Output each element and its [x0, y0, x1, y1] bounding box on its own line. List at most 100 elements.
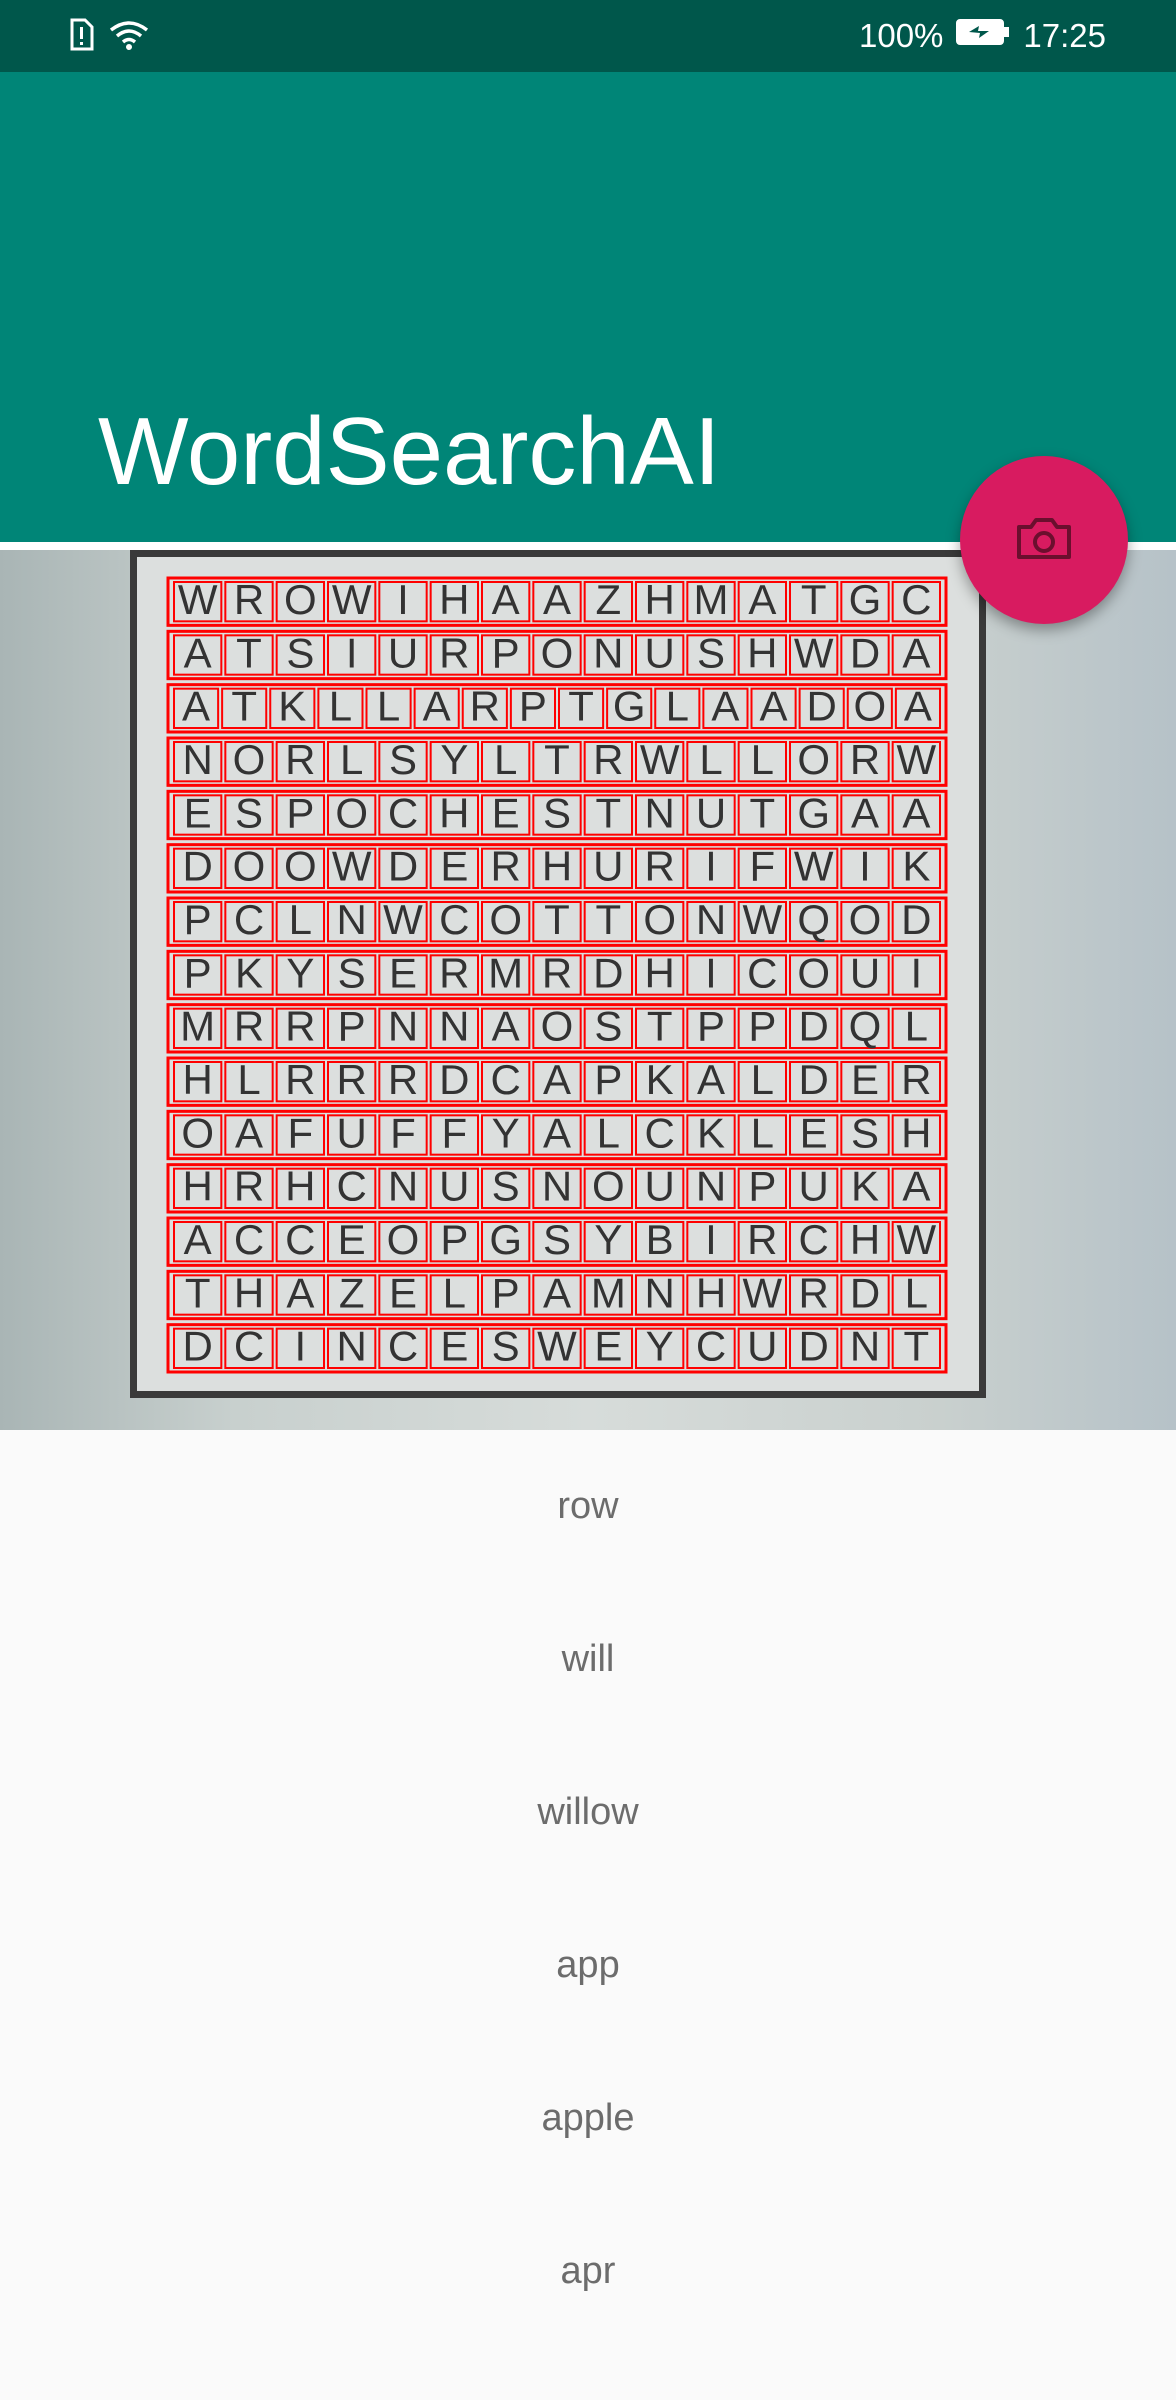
grid-letter: T: [185, 1269, 211, 1316]
word-list: row will willow app apple apr: [0, 1430, 1176, 2348]
word-list-item[interactable]: willow: [0, 1736, 1176, 1889]
grid-letter: T: [801, 576, 827, 623]
grid-letter: T: [544, 896, 570, 943]
grid-letter: C: [490, 1056, 520, 1103]
grid-letter: A: [182, 683, 210, 730]
grid-letter: A: [492, 1003, 520, 1050]
grid-letter: R: [850, 736, 880, 783]
grid-letter: L: [494, 736, 517, 783]
word-list-item[interactable]: will: [0, 1583, 1176, 1736]
grid-letter: N: [182, 736, 212, 783]
grid-letter: K: [902, 843, 930, 890]
grid-letter: C: [747, 949, 777, 996]
grid-letter: C: [234, 896, 264, 943]
grid-letter: Z: [339, 1269, 365, 1316]
grid-letter: N: [542, 1163, 572, 1210]
grid-letter: A: [184, 629, 212, 676]
grid-letter: S: [286, 629, 314, 676]
grid-letter: M: [488, 949, 523, 996]
grid-letter: R: [798, 1269, 828, 1316]
camera-button[interactable]: [960, 456, 1128, 624]
grid-letter: P: [184, 949, 212, 996]
grid-letter: T: [231, 683, 257, 730]
grid-letter: L: [329, 683, 352, 730]
puzzle-photo: WROWIHAAZHMATGCATSIURPONUSHWDAATKLLARPTG…: [0, 550, 1176, 1430]
grid-letter: A: [902, 1163, 930, 1210]
grid-letter: D: [593, 949, 623, 996]
grid-letter: W: [640, 736, 680, 783]
grid-letter: Y: [492, 1109, 520, 1156]
grid-letter: H: [182, 1056, 212, 1103]
grid-letter: R: [285, 1003, 315, 1050]
grid-letter: O: [541, 629, 574, 676]
grid-letter: W: [897, 736, 937, 783]
grid-letter: U: [850, 949, 880, 996]
grid-letter: F: [750, 843, 776, 890]
grid-letter: P: [492, 1269, 520, 1316]
word-list-item[interactable]: app: [0, 1889, 1176, 2042]
grid-letter: L: [751, 1109, 774, 1156]
grid-letter: K: [851, 1163, 879, 1210]
grid-letter: H: [285, 1163, 315, 1210]
grid-letter: R: [285, 1056, 315, 1103]
grid-letter: N: [388, 1003, 418, 1050]
grid-letter: S: [389, 736, 417, 783]
grid-letter: E: [851, 1056, 879, 1103]
grid-letter: H: [644, 949, 674, 996]
grid-letter: U: [336, 1109, 366, 1156]
grid-letter: S: [492, 1163, 520, 1210]
grid-letter: C: [798, 1216, 828, 1263]
grid-letter: R: [234, 1003, 264, 1050]
grid-letter: N: [644, 789, 674, 836]
grid-letter: C: [901, 576, 931, 623]
grid-letter: L: [699, 736, 722, 783]
grid-letter: O: [233, 736, 266, 783]
grid-letter: U: [388, 629, 418, 676]
grid-letter: R: [439, 629, 469, 676]
grid-letter: D: [182, 1323, 212, 1370]
grid-letter: S: [543, 789, 571, 836]
grid-letter: D: [850, 1269, 880, 1316]
grid-letter: T: [750, 789, 776, 836]
word-list-item[interactable]: row: [0, 1430, 1176, 1583]
grid-letter: O: [233, 843, 266, 890]
grid-letter: U: [439, 1163, 469, 1210]
grid-letter: W: [537, 1323, 577, 1370]
grid-letter: R: [490, 843, 520, 890]
grid-letter: H: [850, 1216, 880, 1263]
grid-letter: U: [798, 1163, 828, 1210]
grid-letter: L: [340, 736, 363, 783]
grid-letter: L: [666, 683, 689, 730]
grid-letter: A: [492, 576, 520, 623]
grid-letter: P: [519, 683, 547, 730]
grid-letter: I: [910, 949, 922, 996]
grid-letter: O: [181, 1109, 214, 1156]
grid-letter: N: [850, 1323, 880, 1370]
grid-letter: R: [234, 576, 264, 623]
grid-letter: S: [543, 1216, 571, 1263]
grid-letter: W: [743, 896, 783, 943]
grid-letter: Y: [286, 949, 314, 996]
grid-letter: N: [336, 1323, 366, 1370]
grid-letter: P: [748, 1003, 776, 1050]
grid-letter: W: [743, 1269, 783, 1316]
grid-letter: C: [388, 789, 418, 836]
grid-letter: A: [760, 683, 788, 730]
grid-letter: D: [798, 1003, 828, 1050]
grid-letter: R: [388, 1056, 418, 1103]
grid-letter: H: [696, 1269, 726, 1316]
grid-letter: D: [182, 843, 212, 890]
grid-letter: D: [850, 629, 880, 676]
wifi-icon: [108, 18, 150, 60]
grid-letter: U: [747, 1323, 777, 1370]
grid-letter: Q: [849, 1003, 882, 1050]
grid-letter: L: [443, 1269, 466, 1316]
word-list-item[interactable]: apr: [0, 2195, 1176, 2348]
grid-letter: R: [285, 736, 315, 783]
grid-letter: W: [383, 896, 423, 943]
word-list-item[interactable]: apple: [0, 2042, 1176, 2195]
sim-alert-icon: [68, 18, 94, 60]
status-right: 100% 17:25: [859, 0, 1106, 72]
grid-letter: I: [294, 1323, 306, 1370]
grid-letter: P: [492, 629, 520, 676]
